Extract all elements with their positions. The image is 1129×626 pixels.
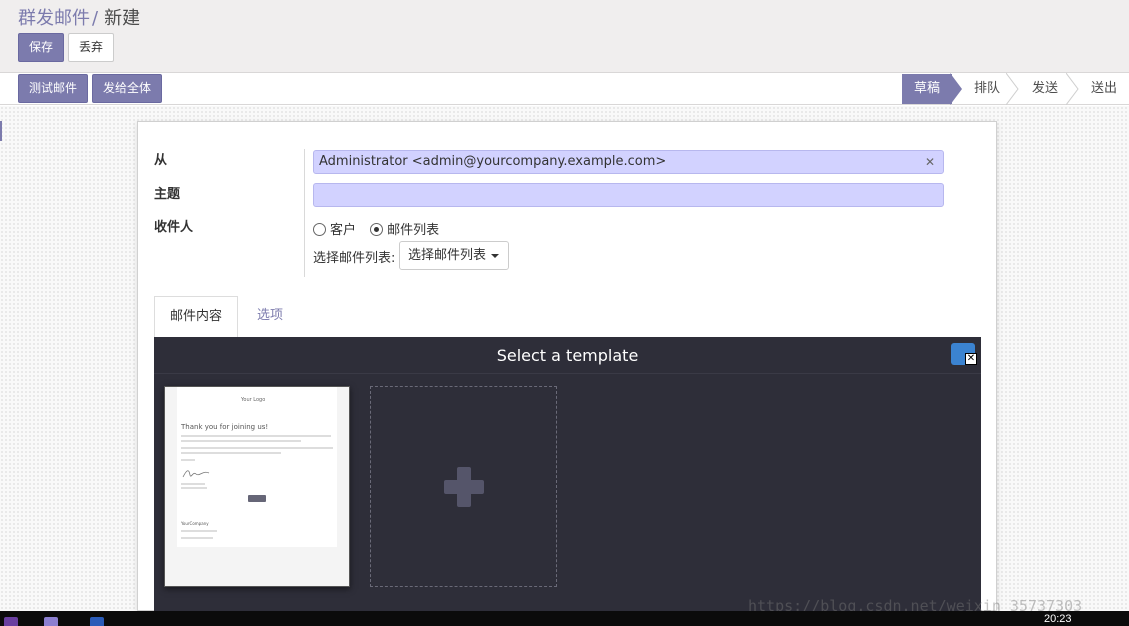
template-text-line	[181, 440, 301, 442]
radio-customer-label: 客户	[330, 223, 357, 238]
recipients-label: 收件人	[154, 220, 194, 235]
template-text-line	[181, 537, 213, 539]
status-bar: 测试邮件 发给全体 草稿 排队 发送 送出	[0, 73, 1129, 105]
app-icon[interactable]	[44, 617, 58, 626]
radio-checked-icon	[370, 223, 384, 236]
mailing-list-label: 选择邮件列表:	[313, 251, 396, 266]
signature-icon	[182, 470, 210, 478]
template-preview: Your Logo Thank you for joining us! Your…	[177, 387, 337, 547]
template-text-line	[181, 435, 331, 437]
label-divider	[304, 149, 305, 277]
radio-unchecked-icon	[313, 223, 326, 236]
plus-icon	[444, 480, 484, 494]
test-mail-button[interactable]: 测试邮件	[18, 74, 88, 103]
form-sheet: 从 主题 收件人 Administrator <admin@yourcompan…	[137, 121, 997, 612]
editor-divider	[154, 373, 981, 374]
template-button	[248, 495, 266, 502]
stage-arrow-icon	[1006, 73, 1019, 105]
from-field-value: Administrator <admin@yourcompany.example…	[319, 154, 667, 169]
clock: 20:23	[1044, 613, 1072, 625]
radio-mailing-list[interactable]: 邮件列表	[370, 223, 439, 238]
template-text-line	[181, 452, 281, 454]
subject-label: 主题	[154, 187, 181, 202]
taskbar: 20:23	[0, 611, 1129, 626]
radio-customer[interactable]: 客户	[313, 223, 356, 238]
close-icon[interactable]: ✕	[965, 353, 977, 365]
send-all-button[interactable]: 发给全体	[92, 74, 162, 103]
template-logo: Your Logo	[241, 397, 266, 403]
tab-mail-body[interactable]: 邮件内容	[154, 296, 238, 338]
tab-options[interactable]: 选项	[240, 296, 300, 338]
caret-down-icon	[491, 254, 499, 258]
radio-mailing-list-label: 邮件列表	[387, 223, 440, 238]
recipient-radio-group: 客户 邮件列表	[313, 219, 439, 238]
app-icon[interactable]	[90, 617, 104, 626]
breadcrumb: 群发邮件 / 新建	[18, 4, 140, 30]
template-card[interactable]: Your Logo Thank you for joining us! Your…	[164, 386, 350, 587]
mailing-list-select-value: 选择邮件列表	[408, 248, 487, 263]
template-text-line	[181, 483, 205, 485]
template-editor: Select a template ✕ Your Logo Thank you …	[154, 337, 981, 612]
template-text-line	[181, 487, 207, 489]
template-text-line	[181, 459, 195, 461]
mailing-list-select[interactable]: 选择邮件列表	[399, 241, 509, 270]
from-field[interactable]: Administrator <admin@yourcompany.example…	[313, 150, 944, 174]
stage-arrow-icon	[950, 73, 962, 105]
editor-title: Select a template	[496, 346, 639, 365]
app-icon[interactable]	[4, 617, 18, 626]
stage-sending[interactable]: 发送	[1024, 74, 1066, 104]
add-template-card[interactable]	[370, 386, 557, 587]
template-text-line	[181, 530, 217, 532]
stage-draft[interactable]: 草稿	[902, 74, 952, 104]
save-button[interactable]: 保存	[18, 33, 64, 62]
breadcrumb-parent-link[interactable]: 群发邮件	[18, 8, 90, 29]
stage-queue[interactable]: 排队	[966, 74, 1008, 104]
subject-field[interactable]	[313, 183, 944, 207]
from-label: 从	[154, 153, 168, 168]
stage-sent[interactable]: 送出	[1083, 74, 1125, 104]
stage-arrow-icon	[1066, 73, 1079, 105]
breadcrumb-separator: /	[92, 8, 99, 29]
template-text-line	[181, 447, 333, 449]
control-panel: 群发邮件 / 新建 保存 丢弃	[0, 0, 1129, 73]
discard-button[interactable]: 丢弃	[68, 33, 114, 62]
template-heading: Thank you for joining us!	[181, 423, 269, 431]
breadcrumb-current: 新建	[104, 8, 141, 29]
template-footer: YourCompany	[181, 521, 209, 526]
sidebar-edge	[0, 121, 2, 141]
clear-icon[interactable]: ✕	[925, 151, 935, 173]
